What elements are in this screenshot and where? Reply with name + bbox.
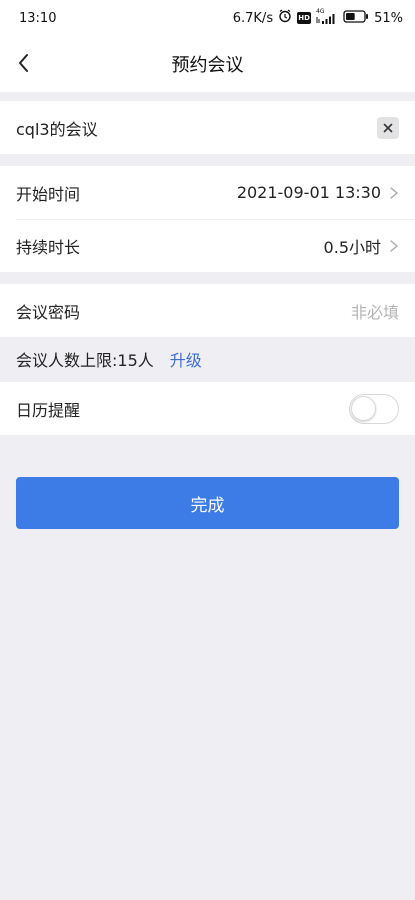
duration-value: 0.5小时 (323, 237, 381, 257)
status-bar: 13:10 6.7K/s HD 4G 51% (0, 0, 415, 36)
status-time: 13:10 (19, 10, 57, 26)
meeting-name-card: cql3的会议 (0, 101, 415, 154)
battery-percent: 51% (374, 10, 403, 26)
done-button[interactable]: 完成 (16, 477, 399, 529)
close-icon[interactable] (377, 116, 399, 139)
schedule-card: 开始时间 2021-09-01 13:30 持续时长 0.5小时 (0, 166, 415, 272)
nav-bar: 预约会议 (0, 36, 415, 92)
duration-row[interactable]: 持续时长 0.5小时 (0, 219, 415, 272)
signal-icon: 4G (316, 8, 338, 25)
duration-label: 持续时长 (16, 237, 81, 257)
battery-icon (343, 9, 369, 27)
password-input[interactable]: 非必填 (351, 299, 399, 323)
password-row[interactable]: 会议密码 非必填 (0, 284, 415, 337)
calendar-card: 日历提醒 (0, 382, 415, 435)
alarm-icon (278, 9, 292, 27)
start-time-value: 2021-09-01 13:30 (236, 183, 381, 202)
upgrade-link[interactable]: 升级 (170, 347, 202, 371)
calendar-reminder-toggle[interactable] (349, 393, 399, 424)
chevron-left-icon[interactable] (14, 52, 36, 74)
participant-limit: 会议人数上限:15人 升级 (0, 337, 415, 381)
page-title: 预约会议 (171, 55, 244, 76)
meeting-name-input[interactable]: cql3的会议 (16, 116, 377, 140)
chevron-right-icon (390, 186, 399, 199)
chevron-right-icon (390, 239, 399, 252)
password-card: 会议密码 非必填 (0, 284, 415, 337)
start-time-label: 开始时间 (16, 184, 81, 204)
network-speed: 6.7K/s (232, 10, 274, 26)
participant-limit-text: 会议人数上限:15人 (16, 351, 154, 370)
calendar-reminder-label: 日历提醒 (16, 400, 81, 420)
meeting-name-row[interactable]: cql3的会议 (0, 101, 415, 154)
hd-icon: HD (297, 12, 312, 24)
start-time-row[interactable]: 开始时间 2021-09-01 13:30 (0, 166, 415, 219)
password-label: 会议密码 (16, 302, 81, 322)
toggle-knob (351, 395, 376, 421)
status-icons: 6.7K/s HD 4G 51% (232, 8, 403, 27)
calendar-reminder-row: 日历提醒 (0, 382, 415, 435)
